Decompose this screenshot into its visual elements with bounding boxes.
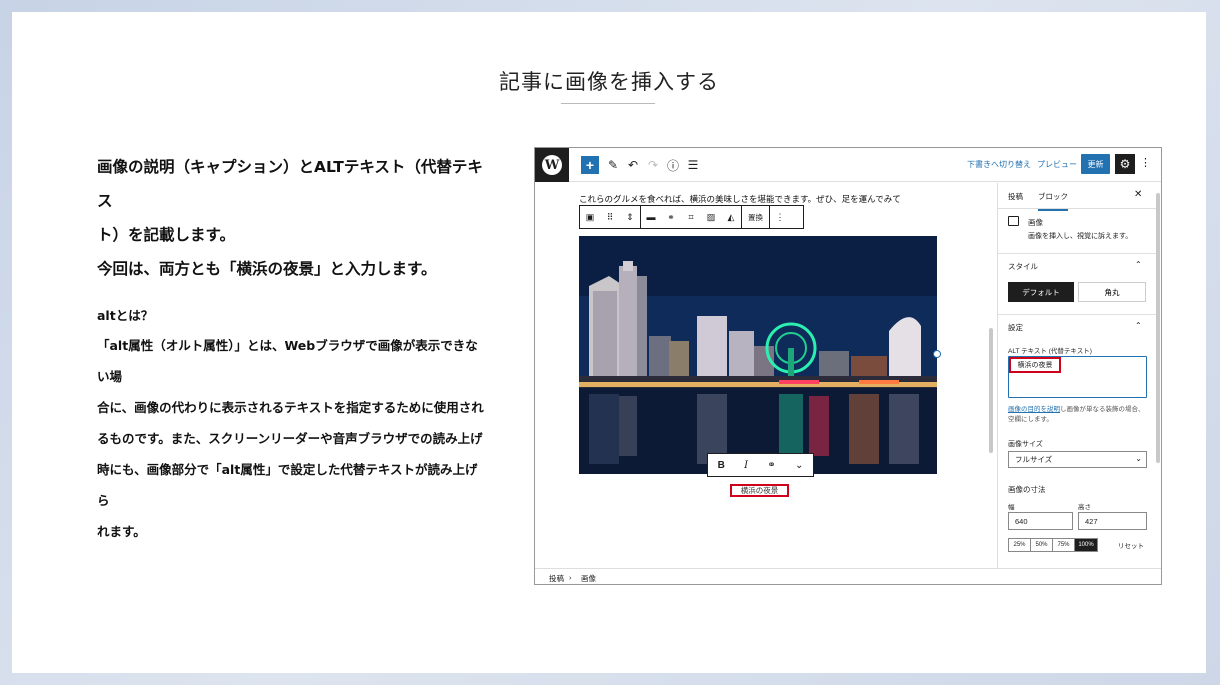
info-icon[interactable]: ⓘ: [663, 155, 683, 175]
drag-handle-icon[interactable]: ⠿: [600, 206, 620, 228]
alt-heading: altとは？: [97, 308, 154, 323]
alt-line: れます。: [97, 524, 146, 539]
image-size-value: フルサイズ: [1015, 455, 1053, 464]
list-view-icon[interactable]: ☰: [683, 155, 703, 175]
percent-50-button[interactable]: 50%: [1031, 539, 1053, 551]
title-divider: [561, 103, 655, 104]
preview-link[interactable]: プレビュー: [1037, 159, 1077, 170]
chevron-up-icon[interactable]: ⌃: [1135, 321, 1142, 330]
width-label: 幅: [1008, 504, 1015, 511]
image-block-icon: [1008, 216, 1019, 226]
close-icon[interactable]: ✕: [1134, 189, 1142, 200]
chevron-right-icon: ›: [569, 573, 572, 582]
divider: [998, 314, 1156, 315]
replace-button[interactable]: 置換: [742, 212, 769, 223]
settings-section-title[interactable]: 設定: [1008, 322, 1023, 333]
alt-explanation: 「alt属性（オルト属性）」とは、Webブラウザで画像が表示できない場 合に、画…: [97, 330, 487, 547]
reset-button[interactable]: リセット: [1118, 540, 1144, 550]
block-description: 画像を挿入し、視覚に訴えます。: [1028, 233, 1133, 240]
link-icon[interactable]: ⚭: [767, 460, 775, 471]
wordpress-logo-icon[interactable]: W: [535, 148, 569, 182]
tab-post[interactable]: 投稿: [1008, 191, 1023, 202]
move-up-down-icon[interactable]: ⇕: [620, 206, 640, 228]
style-rounded-button[interactable]: 角丸: [1078, 282, 1146, 302]
editor-topbar: W + ✎ ↶ ↷ ⓘ ☰ 下書きへ切り替え プレビュー 更新 ⚙ ⋮: [535, 148, 1161, 182]
alt-help-link[interactable]: 画像の目的を説明: [1008, 406, 1060, 413]
align-icon[interactable]: ▬: [641, 206, 661, 228]
breadcrumb-post[interactable]: 投稿: [549, 573, 564, 584]
redo-icon[interactable]: ↷: [643, 155, 663, 175]
tab-block[interactable]: ブロック: [1038, 191, 1068, 211]
alt-line: 「alt属性（オルト属性）」とは、Webブラウザで画像が表示できない場: [97, 338, 478, 384]
slide: 記事に画像を挿入する 画像の説明（キャプション）とALTテキスト（代替テキス ト…: [12, 12, 1206, 673]
block-name: 画像: [1028, 218, 1043, 227]
more-options-icon[interactable]: ⋮: [1140, 156, 1151, 169]
switch-to-draft-link[interactable]: 下書きへ切り替え: [967, 159, 1031, 170]
sidebar-scrollbar[interactable]: [1156, 193, 1160, 463]
settings-gear-icon[interactable]: ⚙: [1115, 154, 1135, 174]
lead-text: 画像の説明（キャプション）とALTテキスト（代替テキス ト）を記載します。 今回…: [97, 150, 497, 286]
bold-icon[interactable]: B: [718, 460, 725, 471]
text-overlay-icon[interactable]: ▨: [701, 206, 721, 228]
alt-line: るものです。また、スクリーンリーダーや音声ブラウザでの読み上げ: [97, 431, 483, 446]
image-size-select[interactable]: フルサイズ ⌄: [1008, 451, 1147, 468]
image-icon[interactable]: ▣: [580, 206, 600, 228]
style-section-title[interactable]: スタイル: [1008, 261, 1038, 272]
chevron-down-icon: ⌄: [1135, 454, 1142, 463]
percent-25-button[interactable]: 25%: [1009, 539, 1031, 551]
update-button[interactable]: 更新: [1081, 154, 1110, 174]
breadcrumb-image[interactable]: 画像: [581, 573, 596, 584]
lead-line: ト）を記載します。: [97, 226, 235, 244]
lead-line: 画像の説明（キャプション）とALTテキスト（代替テキス: [97, 158, 483, 210]
percent-100-button[interactable]: 100%: [1075, 539, 1097, 551]
alt-text-field[interactable]: 横浜の夜景: [1008, 356, 1147, 398]
night-skyline-image: [579, 236, 937, 474]
image-size-label: 画像サイズ: [1008, 441, 1043, 448]
wordpress-editor: W + ✎ ↶ ↷ ⓘ ☰ 下書きへ切り替え プレビュー 更新 ⚙ ⋮ これらの…: [534, 147, 1162, 585]
alt-line: 時にも、画像部分で「alt属性」で設定した代替テキストが読み上げら: [97, 462, 478, 508]
resize-handle[interactable]: [933, 350, 941, 358]
paragraph-block[interactable]: これらのグルメを食べれば、横浜の美味しさを堪能できます。ぜひ、足を運んでみて: [579, 193, 901, 205]
chevron-down-icon[interactable]: ⌄: [795, 460, 803, 471]
duotone-icon[interactable]: ◭: [721, 206, 741, 228]
editor-footer: 投稿 › 画像: [535, 568, 1161, 584]
undo-icon[interactable]: ↶: [623, 155, 643, 175]
crop-icon[interactable]: ⌗: [681, 206, 701, 228]
link-icon[interactable]: ⚭: [661, 206, 681, 228]
editor-canvas: これらのグルメを食べれば、横浜の美味しさを堪能できます。ぜひ、足を運んでみて ▣…: [535, 183, 993, 568]
chevron-up-icon[interactable]: ⌃: [1135, 260, 1142, 269]
alt-text-label: ALT テキスト (代替テキスト): [1008, 348, 1092, 355]
alt-line: 合に、画像の代わりに表示されるテキストを指定するために使用され: [97, 400, 484, 415]
edit-tool-icon[interactable]: ✎: [603, 155, 623, 175]
image-caption[interactable]: 横浜の夜景: [730, 484, 789, 497]
percent-buttons: 25% 50% 75% 100%: [1008, 538, 1098, 552]
height-label: 高さ: [1078, 504, 1091, 511]
settings-sidebar: 投稿 ブロック ✕ 画像 画像を挿入し、視覚に訴えます。 スタイル ⌃ デフォル…: [997, 183, 1161, 568]
sidebar-tabs: 投稿 ブロック ✕: [998, 183, 1156, 211]
style-default-button[interactable]: デフォルト: [1008, 282, 1074, 302]
add-block-button[interactable]: +: [581, 156, 599, 174]
height-input[interactable]: 427: [1078, 512, 1147, 530]
percent-75-button[interactable]: 75%: [1053, 539, 1075, 551]
block-options-icon[interactable]: ⋮: [770, 206, 790, 228]
width-input[interactable]: 640: [1008, 512, 1073, 530]
page-title: 記事に画像を挿入する: [499, 70, 719, 94]
canvas-scrollbar[interactable]: [989, 328, 993, 453]
alt-help-text: 画像の目的を説明し画像が単なる装飾の場合、空欄にします。: [1008, 405, 1150, 425]
caption-toolbar: B I ⚭ ⌄: [707, 453, 814, 477]
dimensions-title: 画像の寸法: [1008, 485, 1046, 494]
image-block-toolbar: ▣ ⠿ ⇕ ▬ ⚭ ⌗ ▨ ◭ 置換 ⋮: [579, 205, 804, 229]
lead-line: 今回は、両方とも「横浜の夜景」と入力します。: [97, 260, 437, 278]
divider: [998, 253, 1156, 254]
italic-icon[interactable]: I: [744, 460, 748, 471]
alt-text-value: 横浜の夜景: [1009, 357, 1061, 373]
yokohama-night-photo[interactable]: [579, 236, 937, 474]
